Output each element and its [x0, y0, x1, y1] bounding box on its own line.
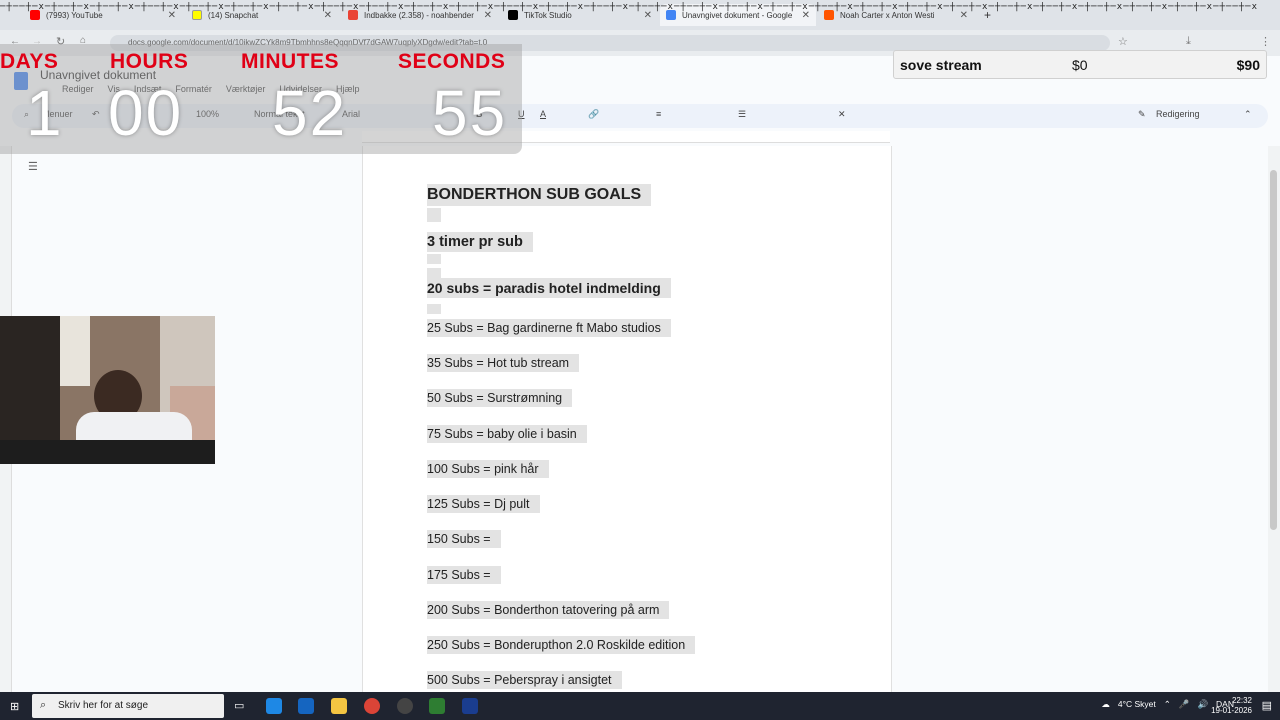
clear-format-icon[interactable]: ✕: [838, 109, 846, 120]
doc-line[interactable]: 175 Subs =: [427, 566, 501, 584]
windows-start-icon[interactable]: ⊞: [10, 700, 19, 713]
countdown-hours-value: 00: [108, 77, 184, 149]
microphone-icon[interactable]: 🎤: [1179, 699, 1190, 710]
weather-text[interactable]: 4°C Skyet: [1118, 699, 1156, 710]
obs-icon[interactable]: [397, 698, 413, 714]
file-explorer-icon[interactable]: [331, 698, 347, 714]
search-icon: ⌕: [40, 699, 47, 711]
doc-line[interactable]: 150 Subs =: [427, 530, 501, 548]
doc-line[interactable]: 250 Subs = Bonderupthon 2.0 Roskilde edi…: [427, 636, 696, 654]
link-icon[interactable]: 🔗: [588, 109, 599, 120]
volume-icon[interactable]: 🔊: [1197, 699, 1208, 710]
windows-taskbar: ⊞ ⌕ Skriv her for at søge ▭ ☁ 4°C Skyet …: [0, 692, 1280, 720]
countdown-minutes-label: MINUTES: [241, 50, 339, 73]
goal-target-amount: $90: [1236, 57, 1260, 73]
barbed-wire-decoration: ─┼──┼─x─┼──┼─x─┼──┼─x─┼──┼─x─┼──┼─x─┼──┼…: [0, 2, 1259, 12]
doc-heading[interactable]: BONDERTHON SUB GOALS: [427, 184, 652, 206]
doc-line[interactable]: 100 Subs = pink hår: [427, 460, 549, 478]
doc-line[interactable]: 75 Subs = baby olie i basin: [427, 425, 587, 443]
countdown-seconds-value: 55: [432, 77, 508, 149]
countdown-days-label: DAYS: [0, 50, 59, 73]
app-icon[interactable]: [462, 698, 478, 714]
stream-countdown-overlay: DAYS HOURS MINUTES SECONDS 1 00 52 55: [0, 44, 522, 154]
chevron-up-icon[interactable]: ⌃: [1164, 699, 1171, 710]
doc-line[interactable]: 20 subs = paradis hotel indmelding: [427, 278, 671, 298]
text-color-icon[interactable]: A: [540, 109, 546, 119]
list-icon[interactable]: ☰: [738, 109, 746, 120]
app-icon[interactable]: [429, 698, 445, 714]
task-view-icon[interactable]: ▭: [234, 699, 244, 712]
document-page[interactable]: BONDERTHON SUB GOALS 3 timer pr sub 20 s…: [362, 146, 892, 692]
doc-subheading[interactable]: 3 timer pr sub: [427, 232, 533, 252]
scrollbar[interactable]: [1268, 146, 1280, 692]
align-icon[interactable]: ≡: [656, 109, 661, 119]
store-icon[interactable]: [266, 698, 282, 714]
taskbar-clock[interactable]: 22:32 19-01-2026: [1211, 696, 1252, 716]
editing-mode-select[interactable]: Redigering: [1156, 109, 1200, 119]
goal-current-amount: $0: [1072, 57, 1088, 73]
chevron-up-icon[interactable]: ⌃: [1244, 109, 1252, 120]
browser-tab-bar: (7993) YouTube ✕ (14) Snapchat ✕ Indbakk…: [0, 0, 1280, 30]
notification-icon[interactable]: ▤: [1262, 699, 1272, 712]
goal-title: sove stream: [900, 57, 982, 73]
edit-pencil-icon[interactable]: ✎: [1138, 109, 1146, 120]
scrollbar-thumb[interactable]: [1270, 170, 1277, 530]
doc-line[interactable]: 200 Subs = Bonderthon tatovering på arm: [427, 601, 670, 619]
chrome-icon[interactable]: [364, 698, 380, 714]
highlight-gap: [427, 304, 441, 314]
countdown-days-value: 1: [26, 77, 64, 149]
webcam-feed: [0, 316, 215, 464]
clock-time: 22:32: [1231, 696, 1252, 705]
outline-icon[interactable]: ☰: [28, 160, 38, 173]
doc-line[interactable]: 50 Subs = Surstrømning: [427, 389, 573, 407]
webcam-image: [0, 316, 215, 464]
taskbar-search-input[interactable]: ⌕ Skriv her for at søge: [32, 694, 224, 718]
bookmark-star-icon[interactable]: ☆: [1118, 35, 1128, 48]
countdown-hours-label: HOURS: [110, 50, 189, 73]
weather-icon[interactable]: ☁: [1101, 699, 1110, 710]
doc-line[interactable]: 500 Subs = Peberspray i ansigtet: [427, 671, 622, 689]
highlight-gap: [427, 254, 441, 264]
doc-line[interactable]: 125 Subs = Dj pult: [427, 495, 540, 513]
menu-icon[interactable]: ⋮: [1260, 35, 1271, 48]
clock-date: 19-01-2026: [1211, 706, 1252, 715]
download-icon[interactable]: ⤓: [1186, 35, 1191, 48]
countdown-minutes-value: 52: [272, 77, 348, 149]
countdown-seconds-label: SECONDS: [398, 50, 506, 73]
doc-line[interactable]: 35 Subs = Hot tub stream: [427, 354, 580, 372]
outlook-icon[interactable]: [298, 698, 314, 714]
doc-line[interactable]: 25 Subs = Bag gardinerne ft Mabo studios: [427, 319, 671, 337]
highlight-gap: [427, 208, 441, 222]
sub-goal-widget: sove stream $0 $90: [893, 50, 1267, 79]
taskbar-search-placeholder: Skriv her for at søge: [58, 700, 149, 711]
